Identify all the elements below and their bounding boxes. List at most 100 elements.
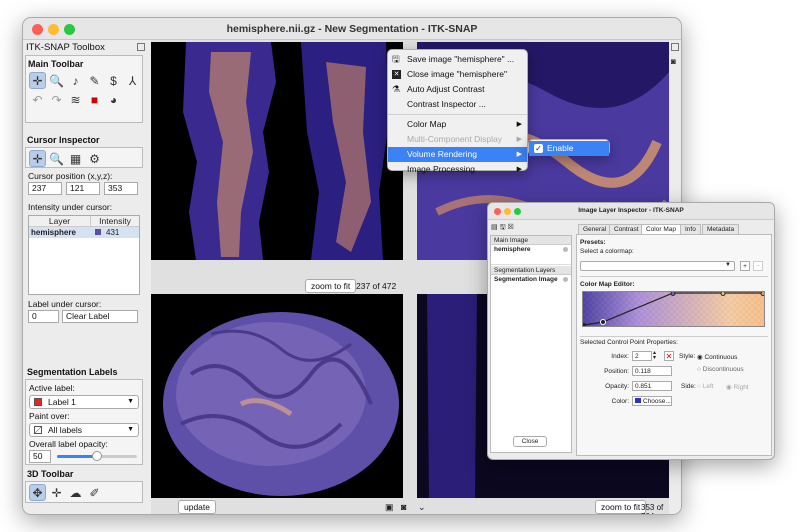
- color-map-editor-canvas[interactable]: [582, 291, 765, 327]
- chevron-down-icon: ▼: [127, 426, 134, 433]
- undock-icon[interactable]: [137, 43, 145, 51]
- position-field[interactable]: 0.118: [632, 366, 672, 376]
- visibility-icon[interactable]: [563, 277, 568, 282]
- control-point-heading: Selected Control Point Properties:: [580, 339, 678, 346]
- table-row[interactable]: hemisphere 431: [29, 227, 139, 238]
- inspector-close-button[interactable]: Close: [513, 436, 547, 447]
- control-point: [600, 319, 606, 325]
- radio-empty-icon: ○: [697, 383, 701, 390]
- camera-icon[interactable]: ◙: [671, 57, 676, 66]
- active-label-dropdown[interactable]: Label 1 ▼: [29, 395, 139, 409]
- 3d-toolbar-heading: 3D Toolbar: [27, 469, 74, 479]
- palette-icon[interactable]: ◕: [105, 91, 122, 108]
- layers-icon[interactable]: ≋: [67, 91, 84, 108]
- screenshot-icon[interactable]: ▣: [385, 502, 394, 513]
- position-label: Position:: [604, 368, 629, 375]
- index-stepper[interactable]: ▴ ▾: [653, 350, 656, 361]
- 3d-render-view[interactable]: [151, 294, 403, 498]
- cursor-table-icon[interactable]: ▦: [67, 150, 84, 167]
- 3d-scalpel-icon[interactable]: ✐: [86, 484, 103, 501]
- open-icon[interactable]: ▤: [491, 224, 498, 231]
- cursor-zoom-icon[interactable]: 🔍: [48, 150, 65, 167]
- title-bar: hemisphere.nii.gz - New Segmentation - I…: [23, 18, 681, 40]
- camera-icon[interactable]: ◙: [401, 502, 406, 512]
- colormap-dropdown[interactable]: ▼: [580, 261, 735, 271]
- index-field[interactable]: 2: [632, 351, 652, 361]
- radio-empty-icon: ○: [697, 366, 701, 373]
- crosshair-tool-icon[interactable]: ✛: [29, 72, 46, 89]
- paint-over-dropdown[interactable]: All labels ▼: [29, 423, 139, 437]
- segmentation-layers-header: Segmentation Layers: [491, 266, 571, 275]
- segmentation-icon[interactable]: ■: [86, 91, 103, 108]
- menu-item-image-processing[interactable]: Image Processing ▶: [388, 162, 527, 177]
- menu-item-contrast-inspector[interactable]: Contrast Inspector ...: [388, 97, 527, 112]
- color-map-editor-heading: Color Map Editor:: [580, 281, 635, 288]
- remove-preset-button[interactable]: −: [753, 261, 763, 271]
- brain-3d-render: [163, 312, 399, 496]
- cursor-inspector-section: Cursor Inspector ✛ 🔍 ▦ ⚙ Cursor position (x…: [25, 132, 143, 358]
- layer-item-segmentation[interactable]: Segmentation Image: [491, 275, 571, 287]
- visibility-icon[interactable]: [563, 247, 568, 252]
- label-name-field[interactable]: Clear Label: [62, 310, 138, 323]
- opacity-field[interactable]: 0.851: [632, 381, 672, 391]
- 3d-rotate-icon[interactable]: ✥: [29, 484, 46, 501]
- top-left-slice-counter: 237 of 472: [356, 281, 397, 291]
- choose-color-button[interactable]: Choose...: [632, 396, 672, 406]
- zoom-window-button[interactable]: [64, 24, 75, 35]
- checkbox-checked-icon: ✓: [534, 144, 543, 153]
- delete-point-icon[interactable]: ✕: [664, 351, 674, 361]
- opacity-slider[interactable]: [57, 451, 137, 461]
- redo-icon[interactable]: ↷: [48, 91, 65, 108]
- intensity-label: Intensity under cursor:: [28, 202, 113, 212]
- axial-slice-view[interactable]: [151, 42, 403, 260]
- 3d-spray-icon[interactable]: ☁: [67, 484, 84, 501]
- update-button[interactable]: update: [178, 500, 216, 514]
- layout-icon[interactable]: [671, 43, 679, 51]
- snake-tool-icon[interactable]: $: [105, 72, 122, 89]
- menu-item-enable[interactable]: ✓ Enable: [529, 141, 609, 156]
- radio-discontinuous[interactable]: ○ Discontinuous: [697, 366, 744, 373]
- menu-item-color-map[interactable]: Color Map ▶: [388, 117, 527, 132]
- undo-icon[interactable]: ↶: [29, 91, 46, 108]
- cursor-x-field[interactable]: 237: [28, 182, 62, 195]
- main-toolbar-heading: Main Toolbar: [28, 59, 84, 69]
- radio-continuous[interactable]: ◉ Continuous: [697, 353, 737, 361]
- menu-item-volume-rendering[interactable]: Volume Rendering ▶: [388, 147, 527, 162]
- layer-item-hemisphere[interactable]: hemisphere: [491, 245, 571, 265]
- cursor-sync-icon[interactable]: ⚙: [86, 150, 103, 167]
- polygon-tool-icon[interactable]: ♪: [67, 72, 84, 89]
- main-image-header: Main Image: [491, 236, 571, 245]
- close-window-button[interactable]: [32, 24, 43, 35]
- opacity-value-field[interactable]: 50: [29, 450, 51, 463]
- color-label: Color:: [611, 398, 629, 405]
- 3d-crosshair-icon[interactable]: ✛: [48, 484, 65, 501]
- cursor-y-field[interactable]: 121: [66, 182, 100, 195]
- label-id-field[interactable]: 0: [28, 310, 59, 323]
- zoom-to-fit-button-bottom[interactable]: zoom to fit: [595, 500, 647, 514]
- cursor-crosshair-icon[interactable]: ✛: [29, 150, 46, 167]
- color-map-panel: Presets: Select a colormap: ▼ + − Color …: [576, 234, 772, 456]
- menu-item-auto-contrast[interactable]: ⚗ Auto Adjust Contrast: [388, 82, 527, 97]
- bottom-right-slice-counter: 353 of 704: [641, 503, 664, 514]
- annotation-tool-icon[interactable]: ⅄: [124, 72, 141, 89]
- save-icon[interactable]: 🖫: [500, 224, 506, 231]
- chevron-down-icon[interactable]: ⌄: [418, 502, 426, 513]
- cursor-inspector-heading: Cursor Inspector: [27, 135, 100, 145]
- menu-item-close-image[interactable]: ✕ Close image "hemisphere": [388, 67, 527, 82]
- minimize-window-button[interactable]: [48, 24, 59, 35]
- paintbrush-tool-icon[interactable]: ✎: [86, 72, 103, 89]
- inspector-title-bar: Image Layer Inspector - ITK-SNAP: [488, 203, 774, 220]
- add-preset-button[interactable]: +: [740, 261, 750, 271]
- close-icon[interactable]: ☒: [508, 224, 514, 231]
- paint-over-caption: Paint over:: [29, 411, 70, 421]
- cursor-z-field[interactable]: 353: [104, 182, 138, 195]
- menu-item-multi-component: Multi-Component Display ▶: [388, 132, 527, 147]
- chevron-down-icon: ▼: [127, 398, 134, 405]
- zoom-to-fit-button-top[interactable]: zoom to fit: [305, 279, 357, 293]
- 3d-toolbar-section: 3D Toolbar ✥ ✛ ☁ ✐: [25, 466, 143, 510]
- opacity-slider-handle[interactable]: [92, 451, 102, 461]
- active-label-caption: Active label:: [29, 383, 75, 393]
- main-toolbar-section: Main Toolbar ✛ 🔍 ♪ ✎ $ ⅄ ↶ ↷ ≋ ■ ◕: [25, 55, 143, 123]
- zoom-tool-icon[interactable]: 🔍: [48, 72, 65, 89]
- menu-item-save-image[interactable]: 🖫 Save image "hemisphere" ...: [388, 52, 527, 67]
